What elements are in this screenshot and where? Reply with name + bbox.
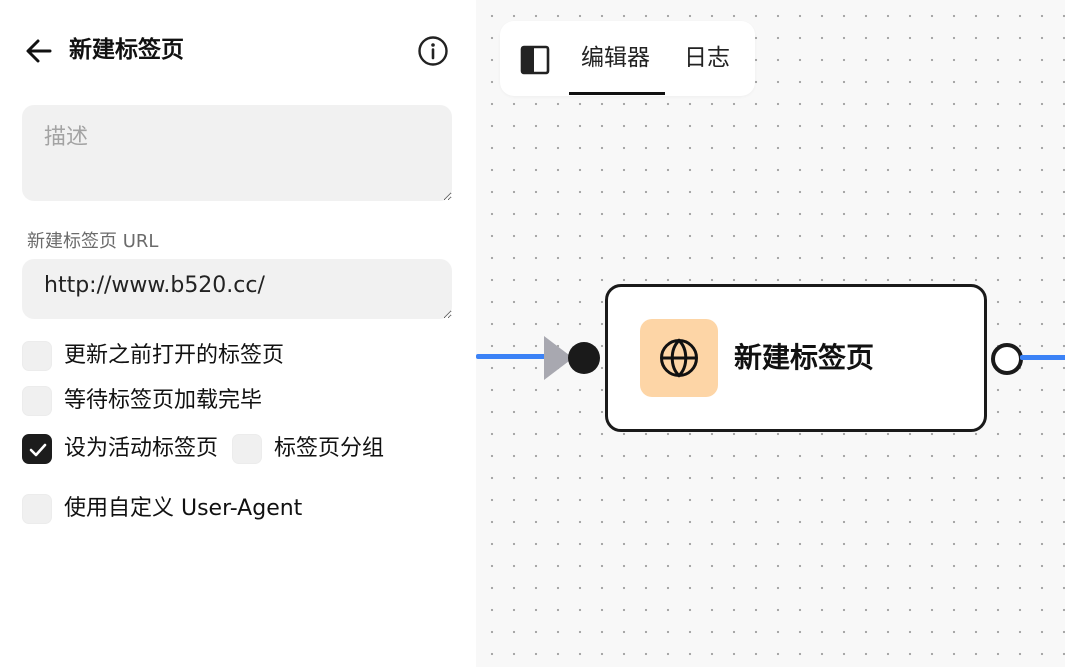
option-custom-user-agent[interactable]: 使用自定义 User-Agent	[22, 494, 302, 524]
editor-toolbar: 编辑器 日志	[500, 21, 755, 96]
checkbox-label: 使用自定义 User-Agent	[64, 496, 303, 521]
checkbox[interactable]	[22, 341, 52, 371]
url-field-label: 新建标签页 URL	[27, 231, 159, 252]
page-title: 新建标签页	[69, 37, 184, 63]
settings-panel: 新建标签页 新建标签页 URL 更新之前打开的标签页 等待标签页加载完毕 设为活…	[0, 0, 476, 667]
sidebar-toggle-icon[interactable]	[519, 44, 551, 76]
url-field[interactable]	[22, 259, 452, 319]
option-tab-group[interactable]: 标签页分组	[232, 434, 384, 464]
checkbox[interactable]	[22, 494, 52, 524]
option-update-prev-tab[interactable]: 更新之前打开的标签页	[22, 341, 284, 371]
option-wait-tab-load[interactable]: 等待标签页加载完毕	[22, 386, 262, 416]
workflow-canvas[interactable]: 编辑器 日志 新建标签页	[476, 0, 1065, 667]
tab-log[interactable]: 日志	[684, 41, 730, 75]
globe-icon	[660, 338, 698, 378]
node-title: 新建标签页	[734, 341, 875, 374]
checkbox-checked[interactable]	[22, 434, 52, 464]
tab-editor[interactable]: 编辑器	[581, 41, 650, 75]
outgoing-edge[interactable]	[1020, 355, 1065, 360]
input-handle[interactable]	[568, 342, 600, 374]
arrow-left-icon[interactable]	[24, 36, 54, 66]
checkbox[interactable]	[232, 434, 262, 464]
option-set-active-tab[interactable]: 设为活动标签页	[22, 434, 218, 464]
checkmark-icon	[29, 443, 47, 457]
output-handle[interactable]	[991, 343, 1023, 375]
active-tab-indicator	[569, 92, 665, 95]
checkbox-label: 设为活动标签页	[64, 436, 219, 461]
description-field[interactable]	[22, 105, 452, 201]
checkbox[interactable]	[22, 386, 52, 416]
node-icon-container	[640, 319, 718, 397]
checkbox-label: 更新之前打开的标签页	[64, 343, 285, 368]
checkbox-label: 标签页分组	[274, 436, 385, 461]
info-circle-icon[interactable]	[417, 35, 449, 67]
checkbox-label: 等待标签页加载完毕	[64, 388, 263, 413]
new-tab-node[interactable]: 新建标签页	[605, 284, 987, 432]
